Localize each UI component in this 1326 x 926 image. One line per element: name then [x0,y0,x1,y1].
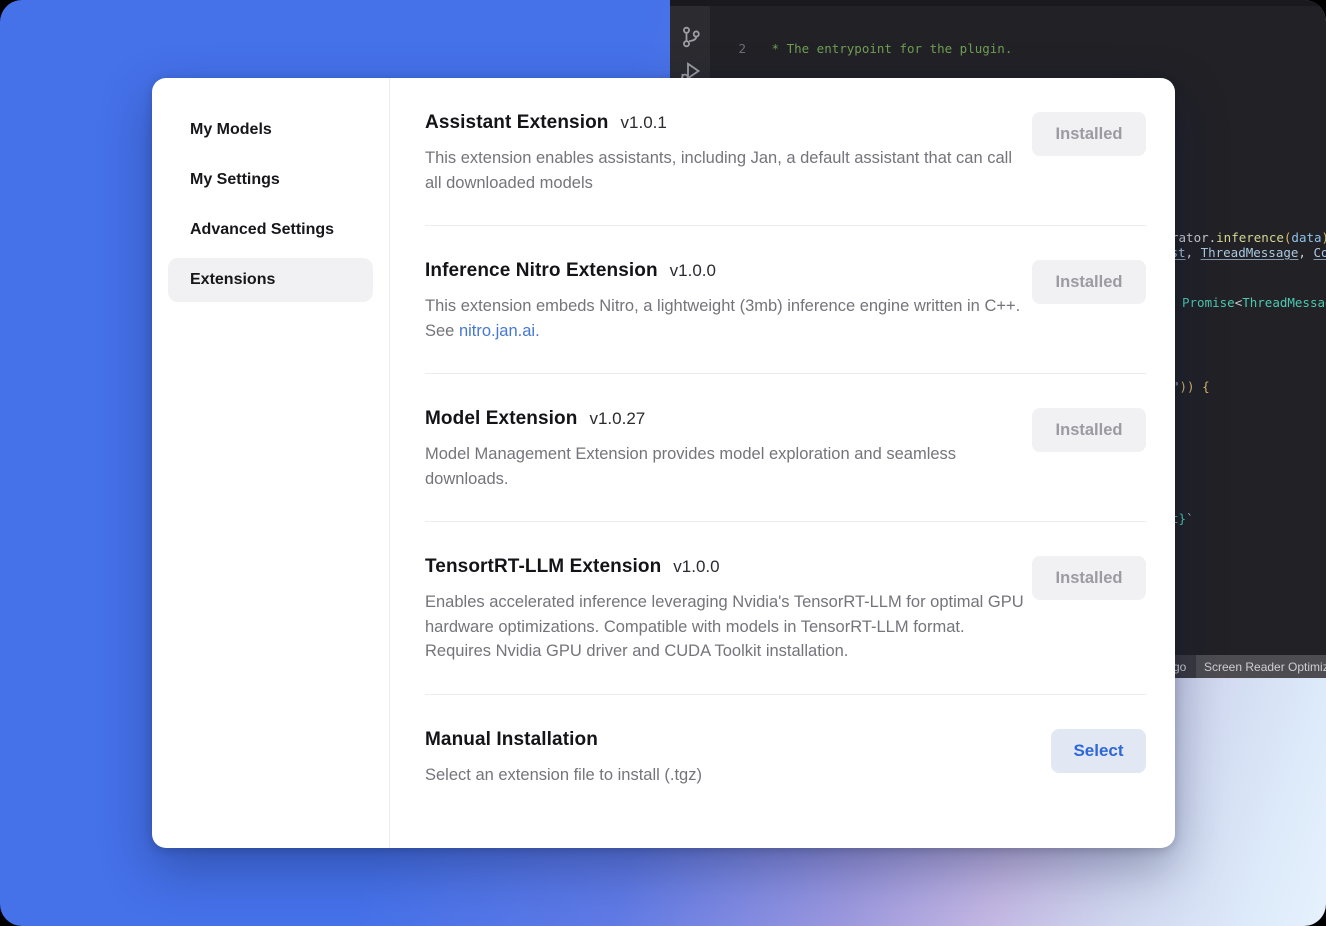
manual-installation-row: Manual Installation Select an extension … [425,695,1146,812]
manual-installation-title: Manual Installation [425,729,598,751]
extension-title: Inference Nitro Extension [425,260,658,282]
extension-version: v1.0.0 [670,261,716,281]
settings-sidebar: My Models My Settings Advanced Settings … [152,78,390,848]
extensions-panel: Assistant Extension v1.0.1 This extensio… [390,78,1175,848]
installed-button[interactable]: Installed [1032,556,1146,600]
manual-installation-description: Select an extension file to install (.tg… [425,763,1025,788]
sidebar-item-my-settings[interactable]: My Settings [168,158,373,202]
status-bar-item[interactable]: go [1173,655,1186,678]
nitro-jan-ai-link[interactable]: nitro.jan.ai. [459,322,540,340]
sidebar-item-my-models[interactable]: My Models [168,108,373,152]
extension-description: Model Management Extension provides mode… [425,442,1025,491]
installed-button[interactable]: Installed [1032,112,1146,156]
extension-version: v1.0.0 [673,557,719,577]
code-fragment: ")) { [1172,379,1210,395]
screen-reader-mode-indicator[interactable]: Screen Reader Optimized [1196,655,1326,678]
select-file-button[interactable]: Select [1051,729,1146,773]
extension-version: v1.0.1 [621,113,667,133]
extension-row-inference-nitro: Inference Nitro Extension v1.0.0 This ex… [425,226,1146,374]
extension-info: Manual Installation Select an extension … [425,729,1025,788]
extension-description: This extension enables assistants, inclu… [425,146,1025,195]
installed-button[interactable]: Installed [1032,408,1146,452]
sidebar-item-extensions[interactable]: Extensions [168,258,373,302]
settings-dialog: My Models My Settings Advanced Settings … [152,78,1175,848]
extension-description: Enables accelerated inference leveraging… [425,590,1025,664]
extension-info: Assistant Extension v1.0.1 This extensio… [425,112,1025,195]
extension-description: This extension embeds Nitro, a lightweig… [425,294,1025,343]
extension-title: Model Extension [425,408,577,430]
extension-info: TensortRT-LLM Extension v1.0.0 Enables a… [425,556,1025,664]
extension-row-tensorrt-llm: TensortRT-LLM Extension v1.0.0 Enables a… [425,522,1146,695]
app-window: 2 * The entrypoint for the plugin. 3 */ … [0,0,1326,926]
extension-info: Inference Nitro Extension v1.0.0 This ex… [425,260,1025,343]
source-control-icon[interactable] [678,24,704,50]
installed-button[interactable]: Installed [1032,260,1146,304]
editor-tab-strip [670,0,1326,6]
sidebar-item-advanced-settings[interactable]: Advanced Settings [168,208,373,252]
line-number: 2 [710,40,764,57]
code-line: 2 * The entrypoint for the plugin. [710,40,1326,57]
code-fragment: Promise<ThreadMessage> [1182,295,1326,311]
extension-title: Assistant Extension [425,112,609,134]
extension-title: TensortRT-LLM Extension [425,556,661,578]
extension-info: Model Extension v1.0.27 Model Management… [425,408,1025,491]
extension-row-model: Model Extension v1.0.27 Model Management… [425,374,1146,522]
code-fragment: rator.inference(data)); [1171,230,1326,246]
extension-version: v1.0.27 [589,409,645,429]
extension-row-assistant: Assistant Extension v1.0.1 This extensio… [425,78,1146,226]
code-text: * The entrypoint for the plugin. [764,40,1012,57]
